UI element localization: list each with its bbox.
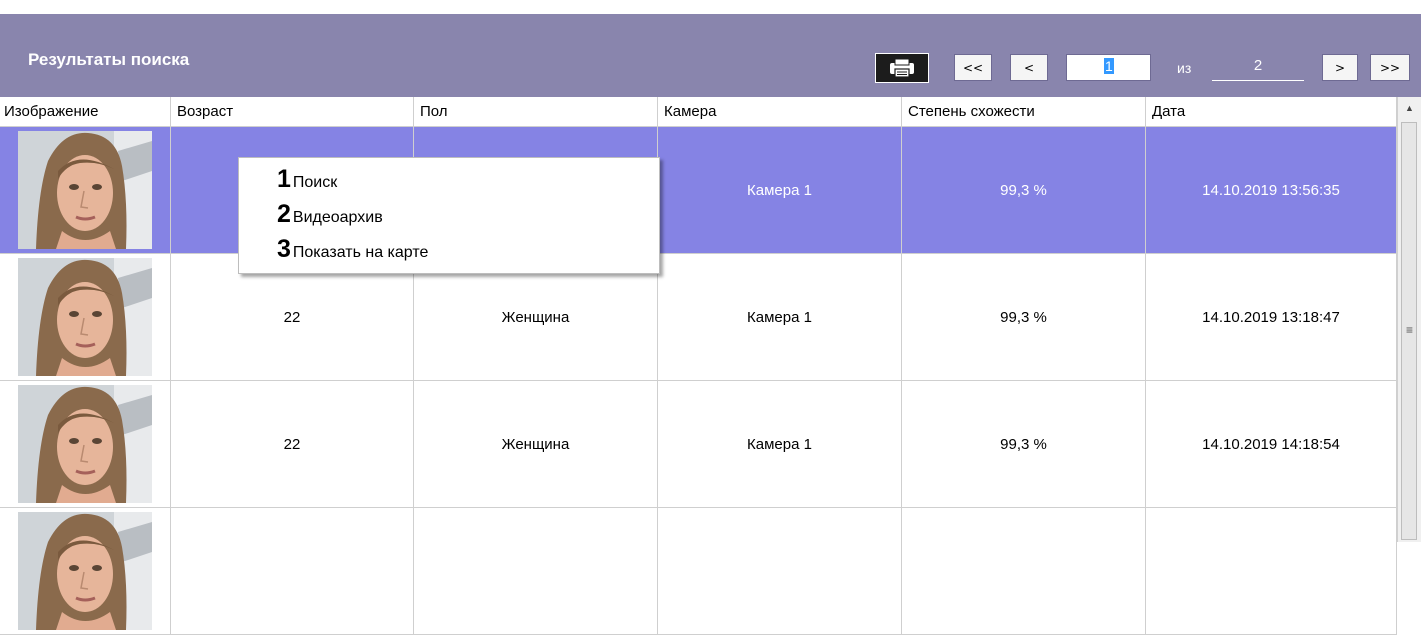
results-header: Результаты поиска << < 1 из 2 > >> [0, 14, 1421, 97]
cell-image [0, 254, 171, 381]
column-header-date[interactable]: Дата [1146, 97, 1397, 127]
cell-date [1146, 508, 1397, 635]
table-row[interactable]: 22 Женщина Камера 1 99,3 % 14.10.2019 13:18:… [0, 254, 1397, 381]
cell-camera: Камера 1 [658, 254, 902, 381]
next-page-button[interactable]: > [1322, 54, 1358, 81]
total-pages: 2 [1212, 54, 1304, 81]
cell-gender-text: Женщина [501, 308, 570, 326]
cell-age [171, 508, 414, 635]
cell-age-text: 22 [283, 308, 301, 326]
cell-age: 22 [171, 381, 414, 508]
face-thumbnail[interactable] [18, 512, 152, 630]
print-button[interactable] [875, 53, 929, 83]
menu-item-search[interactable]: 1 Поиск [277, 165, 337, 195]
prev-page-button[interactable]: < [1010, 54, 1048, 81]
cell-camera-text: Камера 1 [747, 435, 812, 453]
page-number-input[interactable]: 1 [1066, 54, 1151, 81]
column-header-age[interactable]: Возраст [171, 97, 414, 127]
column-header-similarity[interactable]: Степень схожести [902, 97, 1146, 127]
first-page-button[interactable]: << [954, 54, 992, 81]
scroll-grip-icon: ≡ [1406, 323, 1414, 337]
column-header-gender[interactable]: Пол [414, 97, 658, 127]
cell-similarity [902, 508, 1146, 635]
cell-camera-text: Камера 1 [747, 308, 812, 326]
face-thumbnail[interactable] [18, 258, 152, 376]
column-header-image[interactable]: Изображение [0, 97, 171, 127]
table-row[interactable] [0, 508, 1397, 635]
cell-age-text: 22 [283, 435, 301, 453]
menu-item-label: Поиск [292, 174, 338, 191]
table-row[interactable]: 22 Женщина Камера 1 99,3 % 14.10.2019 14:18:… [0, 381, 1397, 508]
cell-similarity-text: 99,3 % [1000, 181, 1047, 199]
menu-item-label: Видеоархив [292, 209, 383, 226]
context-menu: 1 Поиск 2 Видеоархив 3 Показать на карте [238, 157, 660, 274]
cell-date: 14.10.2019 13:56:35 [1146, 127, 1397, 254]
table-row[interactable]: Камера 1 99,3 % 14.10.2019 13:56:35 [0, 127, 1397, 254]
print-icon [890, 58, 914, 78]
cell-date: 14.10.2019 13:18:47 [1146, 254, 1397, 381]
cell-date-text: 14.10.2019 13:56:35 [1202, 181, 1340, 199]
cell-image [0, 127, 171, 254]
cell-similarity-text: 99,3 % [1000, 308, 1047, 326]
menu-item-video-archive[interactable]: 2 Видеоархив [277, 200, 383, 230]
column-header-camera[interactable]: Камера [658, 97, 902, 127]
cell-image [0, 508, 171, 635]
cell-similarity: 99,3 % [902, 127, 1146, 254]
cell-similarity: 99,3 % [902, 254, 1146, 381]
scroll-up-icon[interactable]: ▲ [1398, 97, 1421, 119]
cell-camera-text: Камера 1 [747, 181, 812, 199]
cell-camera: Камера 1 [658, 127, 902, 254]
menu-item-label: Показать на карте [292, 244, 429, 261]
cell-similarity-text: 99,3 % [1000, 435, 1047, 453]
page-number-value: 1 [1104, 58, 1114, 74]
menu-item-number: 3 [277, 235, 291, 263]
menu-item-number: 2 [277, 200, 291, 228]
cell-date: 14.10.2019 14:18:54 [1146, 381, 1397, 508]
cell-camera: Камера 1 [658, 381, 902, 508]
cell-similarity: 99,3 % [902, 381, 1146, 508]
cell-date-text: 14.10.2019 13:18:47 [1202, 308, 1340, 326]
menu-item-show-on-map[interactable]: 3 Показать на карте [277, 235, 428, 265]
cell-gender: Женщина [414, 381, 658, 508]
of-label: из [1177, 60, 1192, 76]
results-title: Результаты поиска [28, 50, 190, 69]
face-thumbnail[interactable] [18, 131, 152, 249]
vertical-scrollbar[interactable]: ▲ ≡ [1397, 97, 1421, 542]
cell-gender [414, 508, 658, 635]
last-page-button[interactable]: >> [1370, 54, 1410, 81]
cell-gender-text: Женщина [501, 435, 570, 453]
cell-date-text: 14.10.2019 14:18:54 [1202, 435, 1340, 453]
menu-item-number: 1 [277, 165, 291, 193]
scroll-thumb[interactable]: ≡ [1401, 122, 1417, 540]
face-thumbnail[interactable] [18, 385, 152, 503]
cell-image [0, 381, 171, 508]
cell-camera [658, 508, 902, 635]
